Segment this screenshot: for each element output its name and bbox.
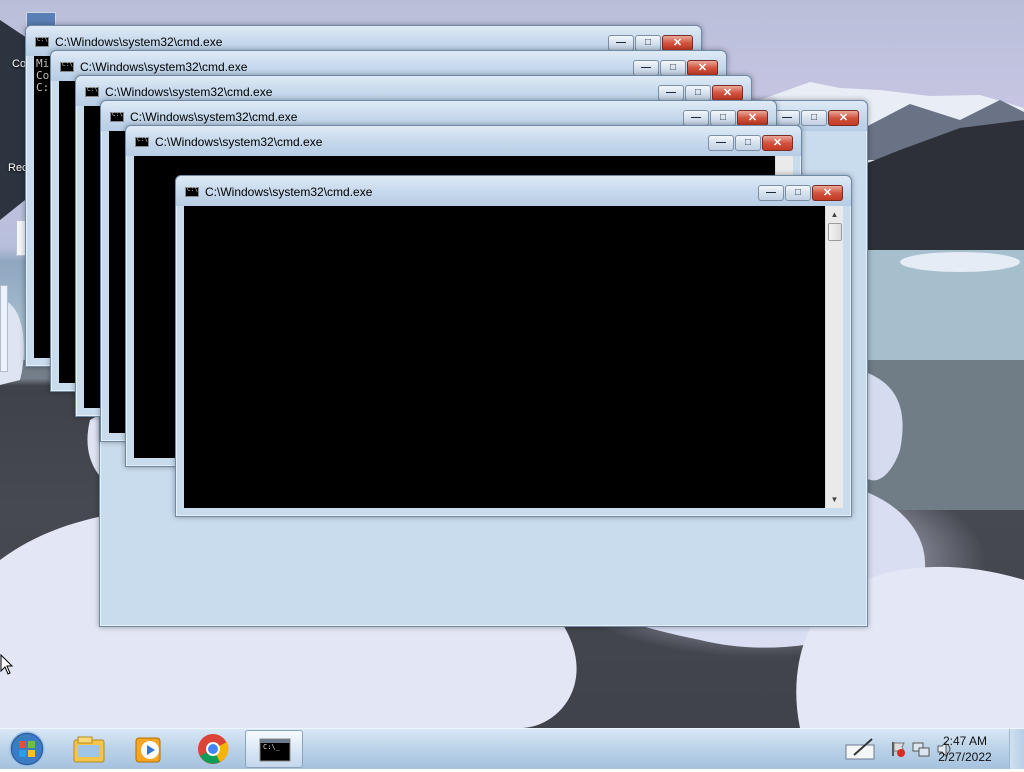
minimize-button[interactable]: — bbox=[658, 85, 684, 101]
window-title: C:\Windows\system32\cmd.exe bbox=[155, 135, 323, 149]
taskbar-chrome[interactable] bbox=[184, 730, 242, 768]
show-desktop-button[interactable] bbox=[1009, 729, 1024, 769]
close-icon: ✕ bbox=[747, 112, 758, 124]
window-title-bar[interactable]: C:\Windows\system32\cmd.exe — □ ✕ bbox=[176, 176, 851, 206]
window-title: C:\Windows\system32\cmd.exe bbox=[105, 85, 273, 99]
close-icon: ✕ bbox=[722, 87, 733, 99]
scroll-up-arrow-icon[interactable]: ▲ bbox=[826, 206, 843, 223]
action-center-flag-icon[interactable] bbox=[890, 740, 906, 758]
cmd-icon bbox=[135, 136, 149, 147]
close-icon: ✕ bbox=[672, 37, 683, 49]
minimize-button[interactable]: — bbox=[608, 35, 634, 51]
taskbar-media-player[interactable] bbox=[120, 730, 178, 768]
close-icon: ✕ bbox=[822, 187, 833, 199]
start-button[interactable] bbox=[4, 730, 50, 768]
close-icon: ✕ bbox=[838, 112, 849, 124]
close-button[interactable]: ✕ bbox=[687, 60, 718, 76]
minimize-icon: — bbox=[666, 87, 676, 98]
close-button[interactable]: ✕ bbox=[812, 185, 843, 201]
maximize-icon: □ bbox=[669, 62, 677, 73]
window-controls: — □ ✕ bbox=[708, 135, 793, 153]
close-icon: ✕ bbox=[697, 62, 708, 74]
cmd-icon bbox=[185, 186, 199, 197]
window-controls: — □ ✕ bbox=[758, 185, 843, 203]
maximize-button[interactable]: □ bbox=[785, 185, 811, 201]
scrollbar-thumb[interactable] bbox=[828, 223, 842, 241]
pen-tablet-icon[interactable] bbox=[844, 737, 878, 761]
maximize-icon: □ bbox=[694, 87, 702, 98]
system-tray: 2:47 AM 2/27/2022 bbox=[824, 729, 1024, 769]
cmd-icon-text: C:\_ bbox=[263, 743, 280, 751]
cmd-window-6[interactable]: C:\Windows\system32\cmd.exe — □ ✕ ▲ ▼ bbox=[175, 175, 852, 517]
window-title: C:\Windows\system32\cmd.exe bbox=[80, 60, 248, 74]
maximize-button[interactable]: □ bbox=[635, 35, 661, 51]
minimize-icon: — bbox=[766, 187, 776, 198]
minimize-button[interactable]: — bbox=[683, 110, 709, 126]
window-title: C:\Windows\system32\cmd.exe bbox=[205, 185, 373, 199]
close-icon: ✕ bbox=[772, 137, 783, 149]
maximize-button[interactable]: □ bbox=[801, 110, 827, 126]
taskbar-cmd[interactable]: C:\_ bbox=[245, 730, 303, 768]
vertical-scrollbar[interactable]: ▲ ▼ bbox=[825, 206, 843, 508]
console-area[interactable]: ▲ ▼ bbox=[184, 206, 843, 508]
cmd-icon bbox=[60, 61, 74, 72]
minimize-button[interactable]: — bbox=[774, 110, 800, 126]
windows-logo-icon bbox=[9, 731, 45, 767]
cmd-icon bbox=[85, 86, 99, 97]
media-player-icon bbox=[135, 737, 161, 763]
minimize-button[interactable]: — bbox=[633, 60, 659, 76]
minimize-button[interactable]: — bbox=[708, 135, 734, 151]
window-title-bar[interactable]: C:\Windows\system32\cmd.exe — □ ✕ bbox=[126, 126, 801, 156]
minimize-icon: — bbox=[716, 137, 726, 148]
minimize-icon: — bbox=[782, 112, 792, 123]
close-button[interactable]: ✕ bbox=[737, 110, 768, 126]
maximize-icon: □ bbox=[719, 112, 727, 123]
close-button[interactable]: ✕ bbox=[662, 35, 693, 51]
maximize-icon: □ bbox=[744, 137, 752, 148]
close-button[interactable]: ✕ bbox=[712, 85, 743, 101]
minimize-icon: — bbox=[616, 37, 626, 48]
taskbar-explorer[interactable] bbox=[60, 730, 118, 768]
scroll-down-arrow-icon[interactable]: ▼ bbox=[826, 491, 843, 508]
minimize-button[interactable]: — bbox=[758, 185, 784, 201]
window-title: C:\Windows\system32\cmd.exe bbox=[55, 35, 223, 49]
maximize-icon: □ bbox=[794, 187, 802, 198]
clock-time[interactable]: 2:47 AM bbox=[930, 734, 1000, 748]
maximize-button[interactable]: □ bbox=[685, 85, 711, 101]
mouse-pointer-icon bbox=[0, 654, 14, 675]
window-title: C:\Windows\system32\cmd.exe bbox=[130, 110, 298, 124]
minimize-icon: — bbox=[691, 112, 701, 123]
chrome-icon bbox=[198, 734, 229, 764]
minimize-icon: — bbox=[641, 62, 651, 73]
maximize-icon: □ bbox=[810, 112, 818, 123]
maximize-button[interactable]: □ bbox=[735, 135, 761, 151]
windows-explorer-icon bbox=[73, 736, 105, 763]
close-button[interactable]: ✕ bbox=[762, 135, 793, 151]
clock-date[interactable]: 2/27/2022 bbox=[930, 750, 1000, 764]
maximize-icon: □ bbox=[644, 37, 652, 48]
desktop-icon-label: Co bbox=[12, 58, 27, 70]
cmd-icon bbox=[35, 36, 49, 47]
cmd-icon bbox=[110, 111, 124, 122]
maximize-button[interactable]: □ bbox=[660, 60, 686, 76]
desktop-icon-partial[interactable] bbox=[0, 285, 8, 372]
taskbar: C:\_ 2:47 AM 2/27/2022 bbox=[0, 728, 1024, 769]
close-button[interactable]: ✕ bbox=[828, 110, 859, 126]
network-icon[interactable] bbox=[912, 740, 930, 758]
maximize-button[interactable]: □ bbox=[710, 110, 736, 126]
